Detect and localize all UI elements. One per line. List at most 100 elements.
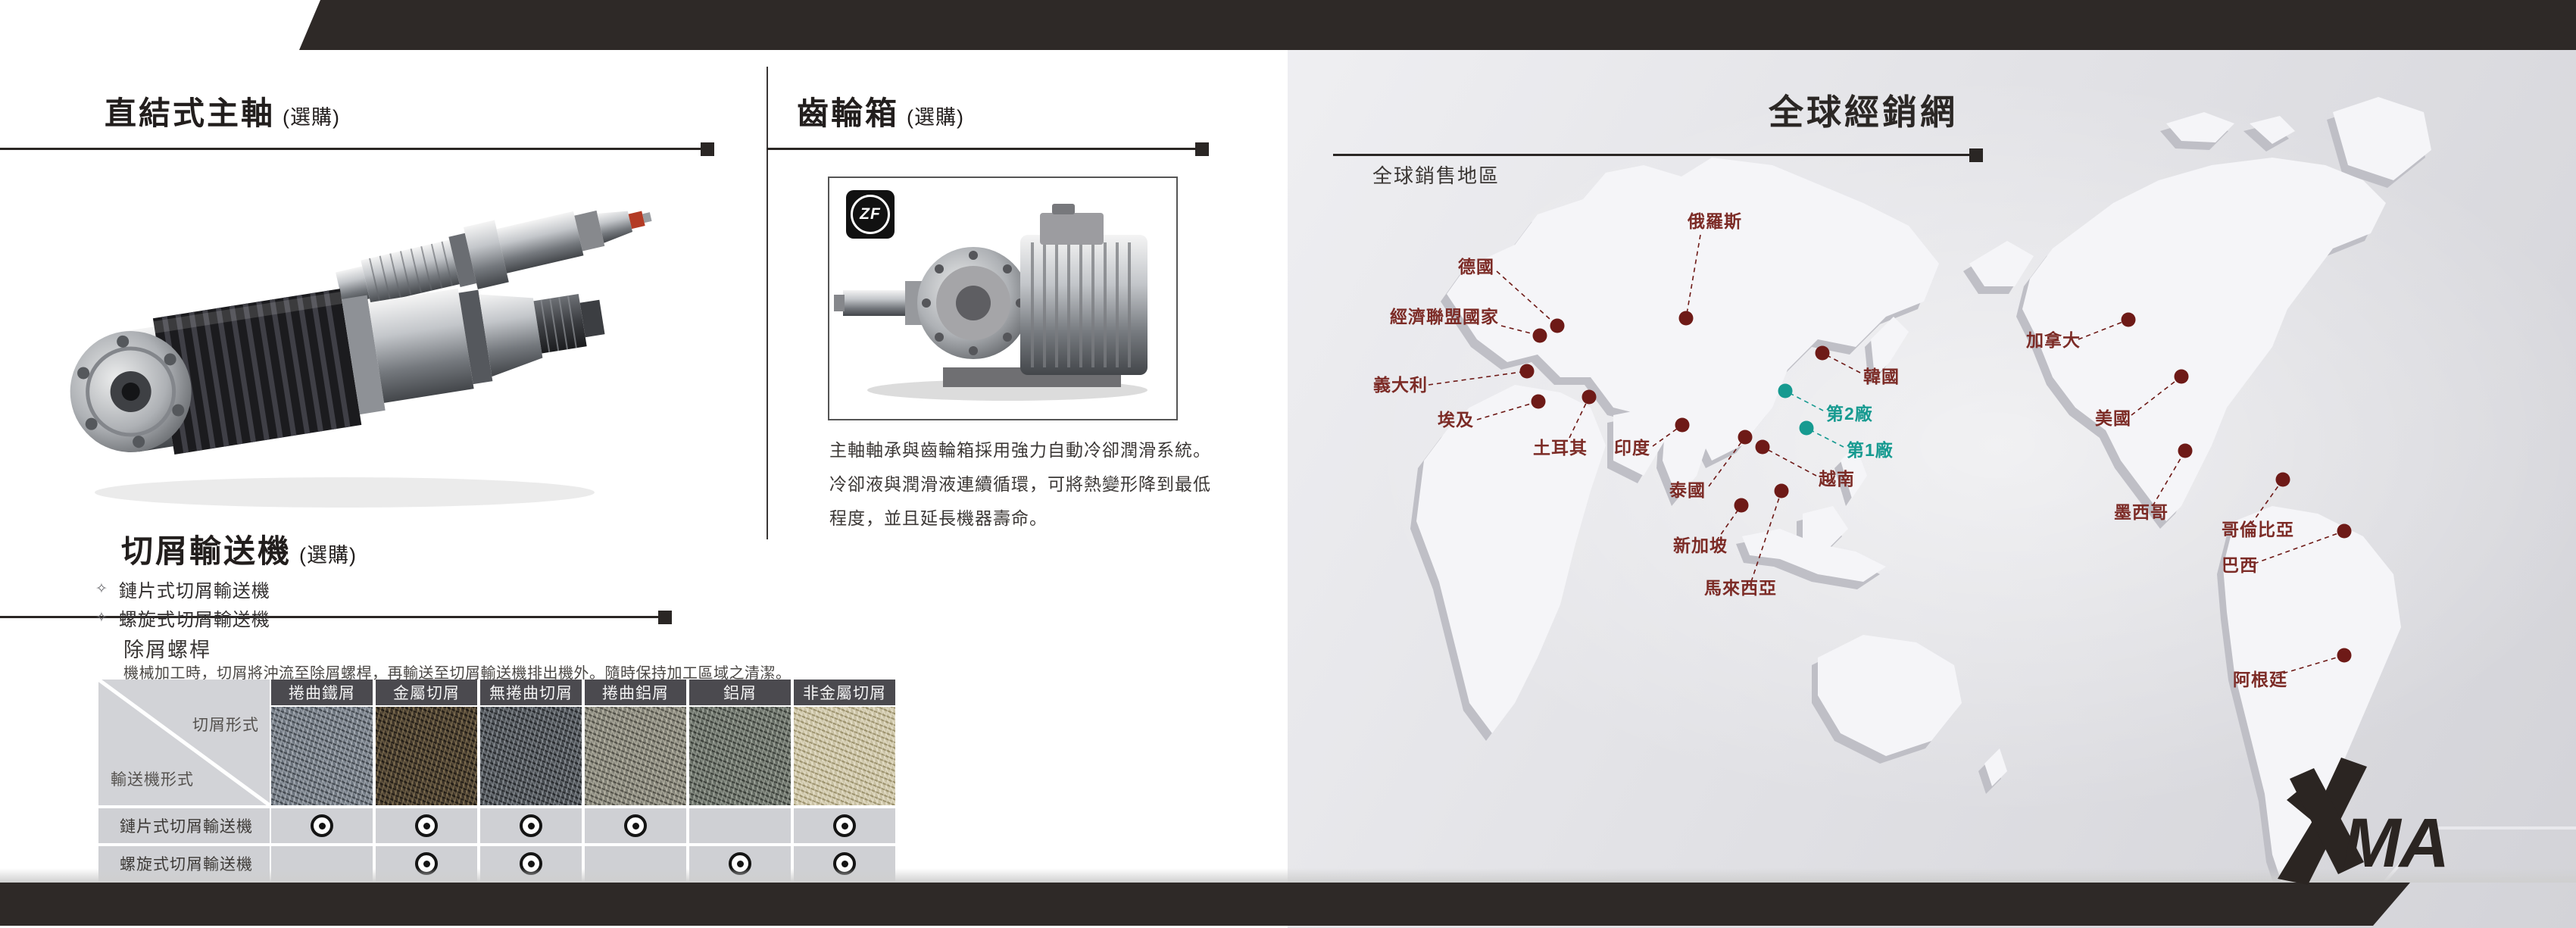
compatible-mark-icon (415, 814, 438, 837)
section-title-gearbox-text: 齒輪箱 (797, 95, 899, 131)
chip-sample-photo (480, 707, 582, 805)
dealer-dot (1675, 418, 1690, 433)
spindle-photo (57, 165, 655, 521)
gearbox-desc-line: 主軸軸承與齒輪箱採用強力自動冷卻潤滑系統。 (829, 433, 1211, 467)
compatible-mark-icon (624, 814, 647, 837)
compatibility-cell (794, 808, 895, 843)
chip-type-header: 捲曲鐵屑 (271, 680, 373, 705)
xma-logo-text: MA (2343, 805, 2448, 882)
section-rule-square-conveyor (658, 611, 672, 624)
section-rule-gearbox (767, 148, 1198, 150)
compatible-mark-icon (833, 814, 856, 837)
dealer-dot (1550, 319, 1565, 333)
map-location-label: 墨西哥 (2114, 502, 2169, 522)
map-location-label: 韓國 (1863, 367, 1900, 386)
chip-type-header: 非金屬切屑 (794, 680, 895, 705)
section-title-spindle-text: 直結式主軸 (105, 95, 275, 131)
chip-sample-photo (271, 707, 373, 805)
factory-dot (1778, 384, 1793, 398)
dealer-dot (1533, 329, 1547, 343)
conveyor-bullet-screw: ✧ 螺旋式切屑輸送機 (95, 605, 270, 631)
page-bottom-shadow (0, 868, 2576, 883)
map-location-label: 美國 (2095, 408, 2131, 428)
dealer-dot (2337, 524, 2352, 539)
section-title-gearbox: 齒輪箱 (選購) (797, 88, 964, 134)
section-rule-square-spindle (701, 142, 714, 156)
map-location-label: 阿根廷 (2233, 670, 2287, 689)
chip-screw-subtitle: 除屑螺桿 (123, 633, 211, 663)
table-corner-cell: 切屑形式 輸送機形式 (98, 680, 270, 805)
dealer-dot (2122, 313, 2136, 327)
chip-compatibility-table: 切屑形式 輸送機形式 捲曲鐵屑金屬切屑無捲曲切屑捲曲鋁屑鋁屑非金屬切屑鏈片式切屑… (98, 680, 898, 881)
map-location-label: 新加坡 (1673, 536, 1728, 555)
section-rule-square-gearbox (1195, 142, 1209, 156)
compatible-mark-icon (311, 814, 333, 837)
map-location-label: 第1廠 (1847, 440, 1894, 460)
table-corner-top-label: 切屑形式 (192, 713, 259, 736)
chip-type-header: 無捲曲切屑 (480, 680, 582, 705)
map-location-label: 巴西 (2222, 555, 2258, 575)
chip-type-header: 捲曲鋁屑 (585, 680, 686, 705)
dealer-dot (1520, 364, 1535, 379)
dealer-dot (1582, 390, 1597, 405)
map-location-label: 馬來西亞 (1704, 578, 1777, 598)
map-location-label: 哥倫比亞 (2222, 520, 2294, 539)
dealer-dot (2175, 370, 2189, 384)
dealer-dot (1679, 311, 1694, 326)
top-black-band (0, 0, 2576, 53)
conveyor-bullet-chain-label: 鏈片式切屑輸送機 (119, 576, 270, 602)
compatibility-cell (480, 808, 582, 843)
compatible-mark-icon (520, 814, 542, 837)
bottom-black-band (0, 883, 2576, 926)
table-corner-bottom-label: 輸送機形式 (111, 767, 194, 790)
map-location-label: 俄羅斯 (1687, 211, 1742, 231)
section-title-conveyor-suffix: (選購) (299, 544, 357, 567)
map-location-label: 印度 (1614, 438, 1650, 458)
compatibility-cell (689, 808, 791, 843)
gearbox-desc-line: 冷卻液與潤滑液連續循環，可將熱變形降到最低 (829, 467, 1211, 501)
chip-type-header: 鋁屑 (689, 680, 791, 705)
column-divider (767, 67, 768, 539)
compatibility-cell (271, 808, 373, 843)
dealer-dot (2178, 444, 2193, 458)
chip-sample-photo (794, 707, 895, 805)
gearbox-description: 主軸軸承與齒輪箱採用強力自動冷卻潤滑系統。 冷卻液與潤滑液連續循環，可將熱變形降… (829, 433, 1211, 536)
section-title-gearbox-suffix: (選購) (907, 106, 964, 129)
gearbox-photo-frame: ZF (828, 177, 1178, 420)
conveyor-bullet-chain: ✧ 鏈片式切屑輸送機 (95, 576, 270, 602)
factory-dot (1800, 421, 1814, 436)
conveyor-bullet-screw-label: 螺旋式切屑輸送機 (119, 605, 270, 631)
marker-leader-line (1429, 371, 1527, 385)
section-title-conveyor-text: 切屑輸送機 (121, 533, 292, 569)
map-location-label: 土耳其 (1533, 438, 1588, 458)
map-location-label: 經濟聯盟國家 (1390, 307, 1499, 327)
dealer-dot (1756, 440, 1770, 455)
diamond-bullet-icon: ✧ (95, 582, 108, 596)
dealer-dot (1738, 430, 1753, 445)
dealer-dot (1816, 346, 1830, 361)
dealer-dot (1775, 484, 1789, 498)
compatibility-cell (376, 808, 477, 843)
map-location-label: 加拿大 (2025, 330, 2081, 350)
map-location-label: 泰國 (1669, 480, 1706, 500)
dealer-dot (2337, 648, 2352, 663)
gearbox-desc-line: 程度，並且延長機器壽命。 (829, 501, 1211, 536)
dealer-dot (1735, 498, 1749, 513)
section-title-spindle-suffix: (選購) (283, 106, 340, 129)
chip-sample-photo (376, 707, 477, 805)
map-location-label: 埃及 (1438, 410, 1474, 430)
conveyor-row-label: 鏈片式切屑輸送機 (98, 808, 270, 843)
chip-sample-photo (689, 707, 791, 805)
compatibility-cell (585, 808, 686, 843)
map-location-label: 越南 (1819, 469, 1855, 489)
dealer-dot (2276, 473, 2290, 487)
chip-sample-photo (585, 707, 686, 805)
diamond-bullet-icon: ✧ (95, 611, 108, 625)
xma-logo: MA (2268, 756, 2481, 892)
map-location-label: 義大利 (1373, 375, 1428, 395)
chip-type-header: 金屬切屑 (376, 680, 477, 705)
dealer-dot (1532, 395, 1546, 409)
map-location-label: 德國 (1458, 257, 1494, 277)
section-rule-spindle (0, 148, 703, 150)
map-location-label: 第2廠 (1826, 404, 1873, 423)
